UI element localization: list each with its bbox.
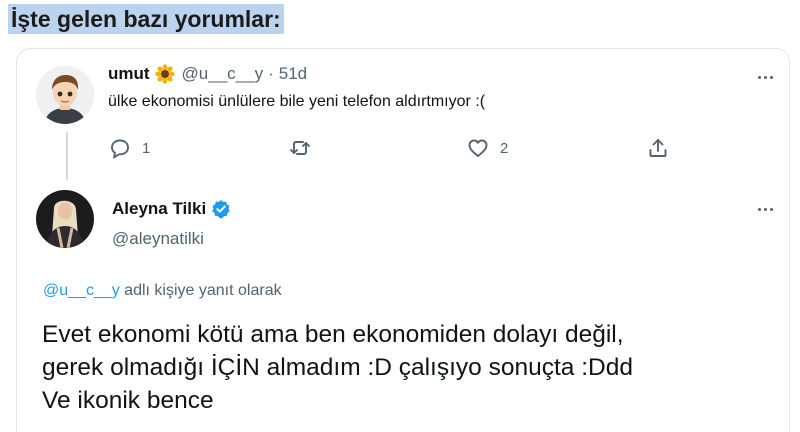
reply-icon — [111, 139, 129, 159]
like-button[interactable]: 2 — [466, 136, 508, 160]
tweet1-more-icon[interactable] — [754, 66, 776, 88]
reply-button[interactable]: 1 — [108, 136, 150, 160]
sunflower-icon — [154, 64, 175, 84]
verified-badge-icon — [211, 199, 231, 219]
retweet-icon — [290, 141, 310, 155]
thread-connector-line — [66, 132, 68, 180]
tweet2-text-line: Evet ekonomi kötü ama ben ekonomiden dol… — [42, 321, 624, 348]
replying-to-handle[interactable]: @u__c__y — [43, 282, 120, 299]
tweet1-display-name[interactable]: umut — [108, 64, 150, 84]
tweet2-display-name[interactable]: Aleyna Tilki — [112, 199, 206, 219]
tweet1-handle[interactable]: @u__c__y — [182, 64, 264, 84]
like-count: 2 — [500, 139, 509, 157]
avatar-umut-illustration — [36, 66, 94, 124]
tweet1-actions: 1 2 — [108, 136, 668, 162]
tweet1-text: ülke ekonomisi ünlülere bile yeni telefo… — [108, 93, 486, 110]
tweet2-text-line: gerek olmadığı İÇİN almadım :D çalışıyo … — [42, 354, 633, 381]
replying-to-line: @u__c__y adlı kişiye yanıt olarak — [43, 282, 282, 300]
tweet1-separator: · — [268, 64, 274, 83]
heart-icon — [468, 139, 488, 157]
tweet2-handle[interactable]: @aleynatilki — [112, 229, 204, 249]
page-heading: İşte gelen bazı yorumlar: — [8, 4, 284, 34]
tweet1-header: umut @u__c__y · 51d — [108, 64, 307, 84]
retweet-button[interactable] — [288, 136, 322, 160]
heading-wrap: İşte gelen bazı yorumlar: — [8, 4, 284, 34]
avatar-umut[interactable] — [36, 66, 94, 124]
tweet2-more-icon[interactable] — [754, 198, 776, 220]
avatar-aleyna-tilki[interactable] — [36, 190, 94, 248]
tweet2-header: Aleyna Tilki — [112, 199, 231, 219]
share-icon — [649, 139, 667, 157]
avatar-aleyna-illustration — [36, 190, 94, 248]
reply-count: 1 — [142, 139, 151, 157]
share-button[interactable] — [646, 136, 670, 160]
tweet2-text: Evet ekonomi kötü ama ben ekonomiden dol… — [42, 318, 782, 417]
replying-to-label: adlı kişiye yanıt olarak — [119, 282, 282, 299]
tweet2-text-line: Ve ikonik bence — [42, 387, 214, 414]
tweet1-timestamp[interactable]: 51d — [279, 64, 307, 84]
